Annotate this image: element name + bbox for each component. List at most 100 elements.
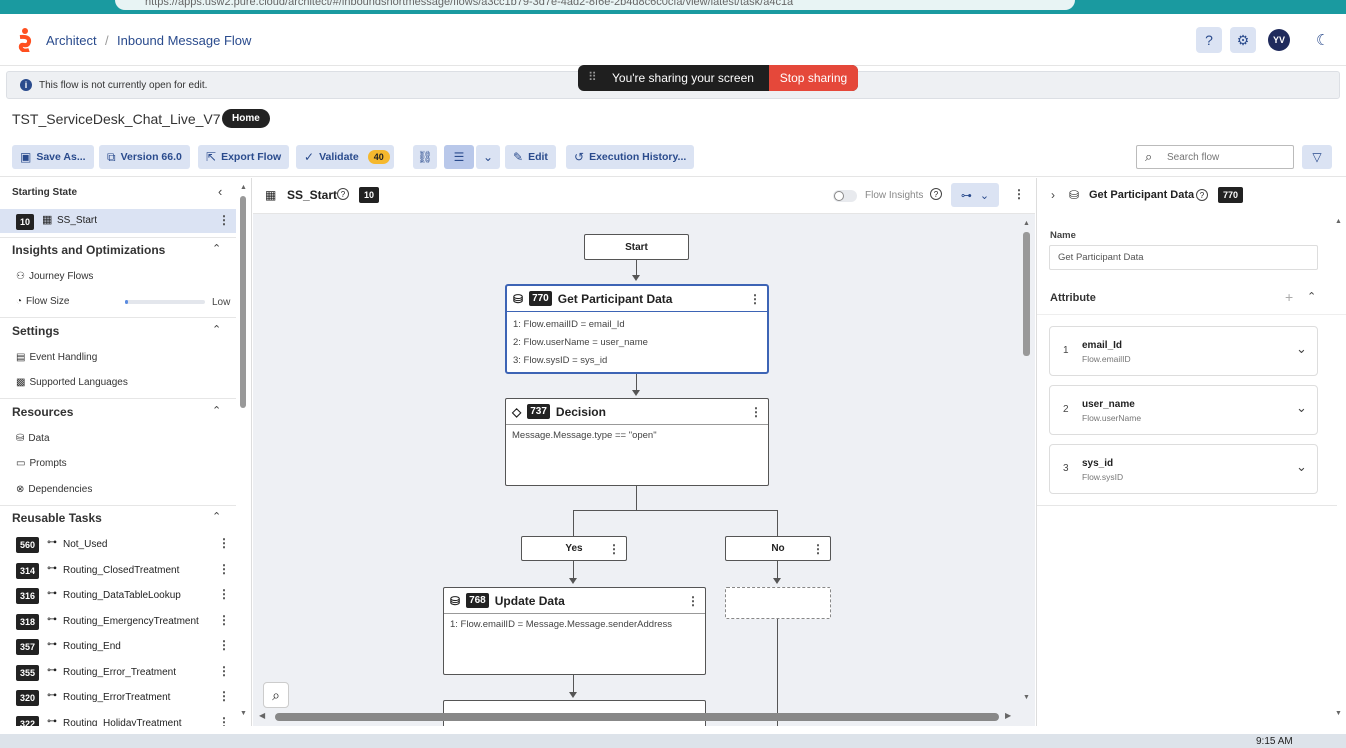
more-icon[interactable]: ⋮ xyxy=(812,542,824,556)
add-attribute-icon[interactable]: + xyxy=(1285,289,1293,305)
version-button[interactable]: ⧉ Version 66.0 xyxy=(99,145,190,169)
help-icon[interactable]: ? xyxy=(930,188,942,200)
list-view-button[interactable]: ☰ xyxy=(444,145,474,169)
address-bar[interactable]: https://apps.usw2.pure.cloud/architect/#… xyxy=(115,0,1075,10)
sidebar-item-dependencies[interactable]: ⊗ Dependencies xyxy=(16,484,92,495)
chevron-up-icon[interactable]: ⌃ xyxy=(212,404,221,417)
scroll-down-icon[interactable]: ▼ xyxy=(1335,710,1342,717)
chevron-up-icon[interactable]: ⌃ xyxy=(212,510,221,523)
reusable-task-item[interactable]: 560 ⊶ Not_Used ⋮ xyxy=(0,533,236,555)
empty-drop-target[interactable] xyxy=(725,587,831,619)
scroll-right-icon[interactable]: ▶ xyxy=(1005,711,1011,720)
reusable-task-item[interactable]: 318 ⊶ Routing_EmergencyTreatment ⋮ xyxy=(0,610,236,632)
attribute-variable: Flow.emailID xyxy=(1082,354,1131,364)
starting-state-item[interactable]: 10 ▦ SS_Start ⋮ xyxy=(0,209,236,233)
help-icon[interactable]: ? xyxy=(1196,189,1208,201)
scroll-up-icon[interactable]: ▲ xyxy=(1023,220,1030,227)
more-icon[interactable]: ⋮ xyxy=(608,542,620,556)
avatar[interactable]: YV xyxy=(1268,29,1290,51)
sidebar-item-prompts[interactable]: ▭ Prompts xyxy=(16,458,67,469)
more-icon[interactable]: ⋮ xyxy=(218,213,230,227)
filter-button[interactable]: ▽ xyxy=(1302,145,1332,169)
help-button[interactable]: ? xyxy=(1196,27,1222,53)
attribute-card[interactable]: 1 email_Id Flow.emailID ⌄ xyxy=(1049,326,1318,376)
more-icon[interactable]: ⋮ xyxy=(687,594,699,608)
more-icon[interactable]: ⋮ xyxy=(218,613,230,627)
scroll-down-icon[interactable]: ▼ xyxy=(1023,694,1030,701)
link-button[interactable]: ⛓ xyxy=(413,145,437,169)
start-node[interactable]: Start xyxy=(584,234,689,260)
chevron-down-icon[interactable]: ⌄ xyxy=(1296,400,1307,416)
breadcrumb-architect[interactable]: Architect xyxy=(46,33,97,48)
validate-count-badge: 40 xyxy=(367,150,390,164)
task-label: Routing_HolidayTreatment xyxy=(63,717,182,727)
flow-insights-toggle[interactable] xyxy=(833,190,857,202)
sidebar-item-supported-languages[interactable]: ▩ Supported Languages xyxy=(16,377,128,388)
decision-node[interactable]: ◇ 737 Decision ⋮ Message.Message.type ==… xyxy=(505,398,769,486)
node-number: 770 xyxy=(529,291,552,306)
more-icon[interactable]: ⋮ xyxy=(218,562,230,576)
reusable-task-item[interactable]: 320 ⊶ Routing_ErrorTreatment ⋮ xyxy=(0,686,236,708)
canvas-horizontal-scrollbar[interactable] xyxy=(275,713,999,721)
drag-handle-icon[interactable]: ⠿ xyxy=(588,70,597,84)
search-input[interactable] xyxy=(1167,149,1287,165)
yes-path[interactable]: Yes ⋮ xyxy=(521,536,627,561)
get-participant-data-node[interactable]: ⛁ 770 Get Participant Data ⋮ 1: Flow.ema… xyxy=(505,284,769,374)
scroll-up-icon[interactable]: ▲ xyxy=(240,184,247,191)
sidebar-scrollbar[interactable] xyxy=(240,196,246,408)
more-icon[interactable]: ⋮ xyxy=(218,689,230,703)
attribute-card[interactable]: 3 sys_id Flow.sysID ⌄ xyxy=(1049,444,1318,494)
event-icon: ▤ xyxy=(16,352,26,363)
chevron-up-icon[interactable]: ⌃ xyxy=(212,323,221,336)
edit-label: Edit xyxy=(528,151,548,163)
building-icon: ▦ xyxy=(42,214,53,226)
more-icon[interactable]: ⋮ xyxy=(218,715,230,727)
stop-sharing-button[interactable]: Stop sharing xyxy=(769,65,858,91)
attribute-card[interactable]: 2 user_name Flow.userName ⌄ xyxy=(1049,385,1318,435)
more-icon[interactable]: ⋮ xyxy=(749,292,761,306)
chevron-down-icon[interactable]: ⌄ xyxy=(1296,459,1307,475)
scroll-down-icon[interactable]: ▼ xyxy=(240,710,247,717)
reusable-task-item[interactable]: 322 ⊶ Routing_HolidayTreatment ⋮ xyxy=(0,712,236,727)
more-icon[interactable]: ⋮ xyxy=(218,664,230,678)
edit-button[interactable]: ✎ Edit xyxy=(505,145,556,169)
sidebar-item-data[interactable]: ⛁ Data xyxy=(16,433,50,444)
chevron-up-icon[interactable]: ⌃ xyxy=(1307,290,1316,303)
execution-history-button[interactable]: ↺ Execution History... xyxy=(566,145,695,169)
chevron-up-icon[interactable]: ⌃ xyxy=(212,242,221,255)
name-field[interactable] xyxy=(1049,245,1318,270)
sidebar-item-journey-flows[interactable]: ⚇ Journey Flows xyxy=(16,271,93,282)
zoom-search-button[interactable]: ⌕ xyxy=(263,682,289,708)
more-icon[interactable]: ⋮ xyxy=(218,536,230,550)
no-path[interactable]: No ⋮ xyxy=(725,536,831,561)
page-title: Inbound Message Flow xyxy=(117,33,252,48)
export-flow-button[interactable]: ⇱ Export Flow xyxy=(198,145,290,169)
expand-panel-icon[interactable]: › xyxy=(1051,188,1055,202)
reusable-task-item[interactable]: 314 ⊶ Routing_ClosedTreatment ⋮ xyxy=(0,559,236,581)
sidebar-item-event-handling[interactable]: ▤ Event Handling xyxy=(16,352,97,363)
hierarchy-icon: ⊶ xyxy=(47,715,57,727)
list-view-dropdown[interactable]: ⌄ xyxy=(476,145,500,169)
dark-mode-toggle[interactable]: ☾ xyxy=(1316,31,1329,49)
save-as-button[interactable]: ▣ Save As... xyxy=(12,145,94,169)
layout-menu-button[interactable]: ⊶ ⌄ xyxy=(951,183,999,207)
scroll-up-icon[interactable]: ▲ xyxy=(1335,218,1342,225)
flow-canvas[interactable]: Start ⛁ 770 Get Participant Data ⋮ 1: Fl… xyxy=(253,214,1035,726)
more-icon[interactable]: ⋮ xyxy=(1013,187,1025,201)
update-data-node[interactable]: ⛁ 768 Update Data ⋮ 1: Flow.emailID = Me… xyxy=(443,587,706,675)
reusable-task-item[interactable]: 316 ⊶ Routing_DataTableLookup ⋮ xyxy=(0,584,236,606)
scroll-left-icon[interactable]: ◀ xyxy=(259,711,265,720)
help-icon[interactable]: ? xyxy=(337,188,349,200)
reusable-task-item[interactable]: 355 ⊶ Routing_Error_Treatment ⋮ xyxy=(0,661,236,683)
sidebar-item-flow-size[interactable]: ◔ Flow Size xyxy=(16,296,69,307)
more-icon[interactable]: ⋮ xyxy=(218,638,230,652)
node-header: ⛁ 768 Update Data ⋮ xyxy=(444,588,705,614)
chevron-down-icon[interactable]: ⌄ xyxy=(1296,341,1307,357)
settings-button[interactable]: ⚙ xyxy=(1230,27,1256,53)
more-icon[interactable]: ⋮ xyxy=(750,405,762,419)
reusable-task-item[interactable]: 357 ⊶ Routing_End ⋮ xyxy=(0,635,236,657)
validate-button[interactable]: ✓ Validate 40 xyxy=(296,145,394,169)
more-icon[interactable]: ⋮ xyxy=(218,587,230,601)
collapse-sidebar-icon[interactable]: ‹ xyxy=(218,184,222,199)
canvas-vertical-scrollbar[interactable] xyxy=(1023,232,1030,356)
